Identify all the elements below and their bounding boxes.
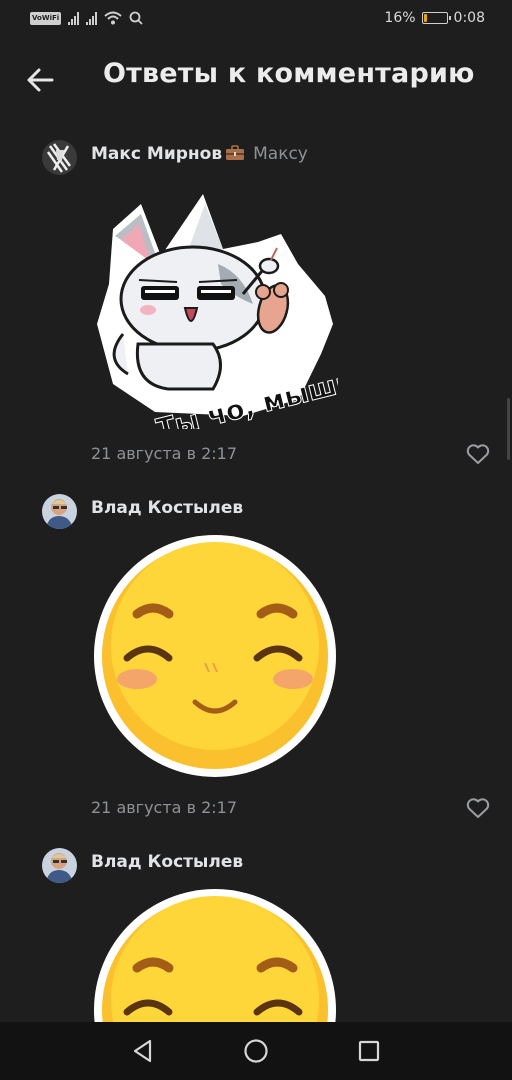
- battery-percent: 16%: [384, 10, 416, 26]
- battery-icon: [421, 12, 451, 24]
- avatar[interactable]: [42, 494, 77, 529]
- comment-timestamp: 21 августа в 2:17: [91, 798, 238, 817]
- clock: 0:08: [453, 10, 485, 26]
- author-name[interactable]: Макс Мирнов: [91, 144, 222, 164]
- smiling-face-sticker[interactable]: [93, 534, 338, 779]
- header: Ответы к комментарию: [0, 40, 512, 120]
- reply-to-link[interactable]: Максу: [253, 144, 308, 164]
- search-icon: [129, 11, 143, 25]
- signal-icon: [68, 11, 80, 25]
- system-nav-bar: [0, 1022, 512, 1080]
- comment-author[interactable]: Макс Мирнов Максу: [91, 144, 308, 164]
- triangle-back-icon[interactable]: [130, 1038, 156, 1064]
- square-recents-icon[interactable]: [356, 1038, 382, 1064]
- cat-sticker[interactable]: Ты чо, мышь?: [93, 184, 338, 429]
- signal-icon: [86, 11, 98, 25]
- vowifi-icon: VoWiFi: [30, 11, 62, 25]
- author-name[interactable]: Влад Костылев: [91, 852, 243, 872]
- author-name[interactable]: Влад Костылев: [91, 498, 243, 518]
- sticker-clip: [93, 888, 338, 1022]
- circle-home-icon[interactable]: [243, 1038, 269, 1064]
- avatar[interactable]: [42, 140, 77, 175]
- arrow-left-icon[interactable]: [22, 62, 58, 98]
- scrollbar[interactable]: [507, 398, 510, 460]
- status-bar: VoWiFi 16% 0:08: [0, 0, 512, 40]
- smiling-face-sticker[interactable]: [93, 888, 338, 1022]
- briefcase-icon: [226, 145, 245, 160]
- comment-author[interactable]: Влад Костылев: [91, 498, 243, 518]
- avatar[interactable]: [42, 848, 77, 883]
- page-title: Ответы к комментарию: [103, 58, 475, 89]
- wifi-icon: [104, 11, 122, 25]
- comment-author[interactable]: Влад Костылев: [91, 852, 243, 872]
- heart-outline-icon[interactable]: [466, 443, 490, 465]
- comment-timestamp: 21 августа в 2:17: [91, 444, 238, 463]
- heart-outline-icon[interactable]: [466, 797, 490, 819]
